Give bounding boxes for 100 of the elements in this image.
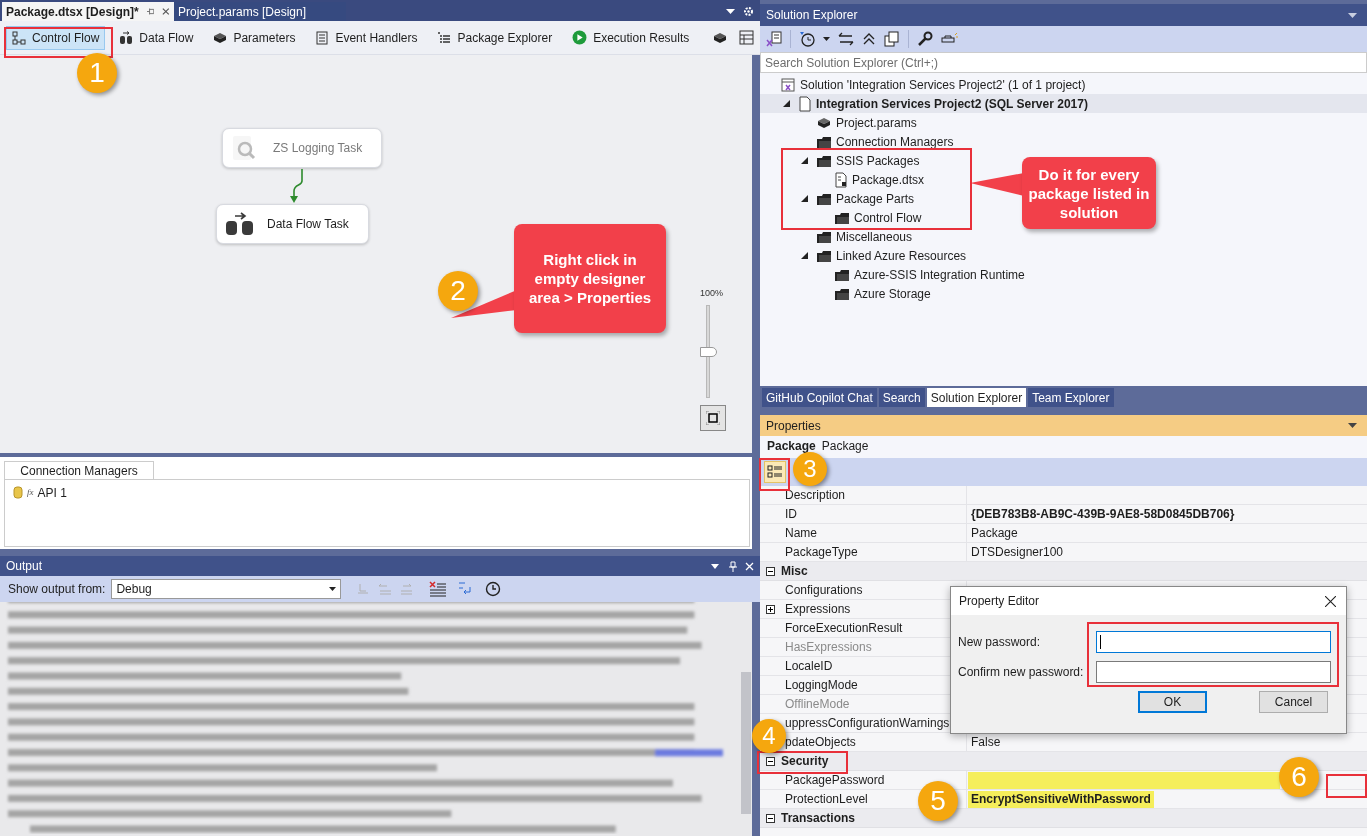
task-label: Data Flow Task: [267, 216, 349, 233]
tool-window-tab[interactable]: GitHub Copilot Chat: [762, 388, 877, 407]
solution-view-icon[interactable]: [766, 31, 782, 47]
history-icon[interactable]: [799, 31, 815, 47]
password-field[interactable]: [1096, 631, 1331, 653]
tree-item[interactable]: Control Flow: [854, 208, 922, 227]
document-tab[interactable]: Project.params [Design]: [174, 2, 346, 21]
settings-icon[interactable]: [743, 6, 754, 17]
collapse-icon[interactable]: [766, 566, 775, 576]
document-icon: [798, 95, 812, 112]
tree-item[interactable]: Azure-SSIS Integration Runtime: [854, 265, 1025, 284]
clock-icon[interactable]: [485, 581, 502, 597]
step-number-badge: 4: [752, 719, 786, 753]
copy-icon[interactable]: [884, 31, 900, 47]
property-name[interactable]: Description: [785, 486, 846, 504]
tree-item[interactable]: Linked Azure Resources: [836, 246, 967, 265]
panel-title: Solution Explorer: [766, 7, 859, 24]
designer-tab[interactable]: Data Flow: [113, 25, 200, 50]
folder-icon: [834, 210, 850, 225]
property-name[interactable]: Name: [785, 524, 817, 542]
property-name[interactable]: ProtectionLevel: [785, 790, 868, 808]
expanded-arrow-icon[interactable]: [783, 100, 790, 107]
tree-item[interactable]: Project.params: [836, 113, 917, 132]
panel-title: Output: [6, 558, 43, 575]
callout: Right click in empty designer area > Properties: [514, 224, 666, 333]
zoom-slider-thumb[interactable]: [700, 346, 717, 357]
sync-icon[interactable]: [838, 32, 854, 46]
expanded-arrow-icon[interactable]: [801, 252, 808, 259]
folder-icon: [834, 286, 850, 301]
tool-window-tab[interactable]: Team Explorer: [1028, 388, 1114, 407]
property-name[interactable]: pdateObjects: [785, 733, 856, 751]
property-name[interactable]: LoggingMode: [785, 676, 858, 694]
designer-tab[interactable]: Control Flow: [6, 25, 106, 50]
connection-manager-item[interactable]: API 1: [37, 484, 67, 502]
cylinder-icon: [13, 486, 23, 500]
tree-item[interactable]: Package.dtsx: [852, 170, 925, 189]
property-value: Package: [970, 525, 1019, 542]
property-name[interactable]: Configurations: [785, 581, 863, 599]
pin-icon[interactable]: [146, 7, 155, 16]
password-field[interactable]: [1096, 661, 1331, 683]
dropdown-arrow-icon[interactable]: [711, 563, 719, 569]
designer-tab[interactable]: Execution Results: [566, 25, 696, 50]
folder-icon: [816, 229, 832, 244]
collapse-all-icon[interactable]: [862, 32, 876, 46]
caret-icon[interactable]: [823, 37, 830, 41]
dialog-button[interactable]: OK: [1138, 691, 1207, 713]
property-name[interactable]: LocaleID: [785, 657, 833, 675]
category-label: Misc: [781, 563, 808, 580]
collapse-icon[interactable]: [766, 813, 775, 823]
callout-pointer: [970, 173, 1024, 197]
property-value: {DEB783B8-AB9C-439B-9AE8-58D0845DB706}: [970, 506, 1236, 523]
zoom-slider[interactable]: [700, 305, 718, 398]
dialog-button[interactable]: Cancel: [1259, 691, 1328, 713]
designer-tab[interactable]: Event Handlers: [309, 25, 424, 50]
tree-item[interactable]: Integration Services Project2 (SQL Server 2017): [816, 94, 1088, 113]
fit-icon: [706, 411, 720, 425]
designer-tab[interactable]: Parameters: [207, 25, 302, 50]
task-node[interactable]: Data Flow Task: [216, 204, 369, 244]
search-field[interactable]: Search Solution Explorer (Ctrl+;): [760, 52, 1367, 73]
property-name[interactable]: uppressConfigurationWarnings: [785, 714, 950, 732]
tree-item[interactable]: Connection Managers: [836, 132, 954, 151]
expanded-arrow-icon[interactable]: [801, 157, 808, 164]
tree-item[interactable]: Solution 'Integration Services Project2' (1 of 1 project): [800, 75, 1086, 94]
collapse-icon[interactable]: [766, 756, 775, 766]
dropdown-arrow-icon[interactable]: [726, 9, 735, 15]
property-name[interactable]: PackageType: [785, 543, 858, 561]
box-icon[interactable]: [713, 30, 727, 45]
clear-all-icon[interactable]: [429, 581, 448, 597]
categorized-list-icon: [767, 465, 783, 479]
expanded-arrow-icon[interactable]: [801, 195, 808, 202]
property-value: DTSDesigner100: [970, 544, 1065, 561]
property-name[interactable]: PackagePassword: [785, 771, 885, 789]
tool-window-tab[interactable]: Search: [878, 388, 925, 407]
tree-item[interactable]: SSIS Packages: [836, 151, 920, 170]
expand-icon[interactable]: [766, 604, 775, 614]
property-name[interactable]: Expressions: [785, 600, 851, 618]
object-name: Package: [767, 438, 816, 455]
categorized-button[interactable]: [764, 461, 786, 483]
tree-item[interactable]: Azure Storage: [854, 284, 931, 303]
dropdown-arrow-icon[interactable]: [1348, 423, 1357, 428]
preview-icon[interactable]: [941, 32, 959, 46]
database-icon: [119, 30, 134, 45]
tree-item[interactable]: Package Parts: [836, 189, 915, 208]
dropdown-arrow-icon[interactable]: [1348, 12, 1357, 18]
tree-item[interactable]: Miscellaneous: [836, 227, 913, 246]
table-icon[interactable]: [739, 30, 754, 45]
close-icon[interactable]: [1325, 595, 1336, 607]
property-name[interactable]: ID: [785, 505, 797, 523]
scrollbar[interactable]: [738, 602, 752, 836]
property-name[interactable]: ForceExecutionResult: [785, 619, 903, 637]
source-dropdown[interactable]: Debug: [111, 579, 342, 599]
document-tab[interactable]: Package.dtsx [Design]*: [2, 2, 174, 21]
caret-icon: [329, 587, 337, 591]
zoom-to-fit-button[interactable]: [700, 405, 726, 431]
package-file-icon: [834, 171, 848, 188]
designer-tab[interactable]: Package Explorer: [431, 25, 559, 50]
tool-window-tab[interactable]: Solution Explorer: [926, 388, 1027, 407]
solution-icon: [780, 76, 796, 93]
tray-tab[interactable]: Connection Managers: [4, 461, 154, 479]
folder-icon: [816, 191, 832, 206]
